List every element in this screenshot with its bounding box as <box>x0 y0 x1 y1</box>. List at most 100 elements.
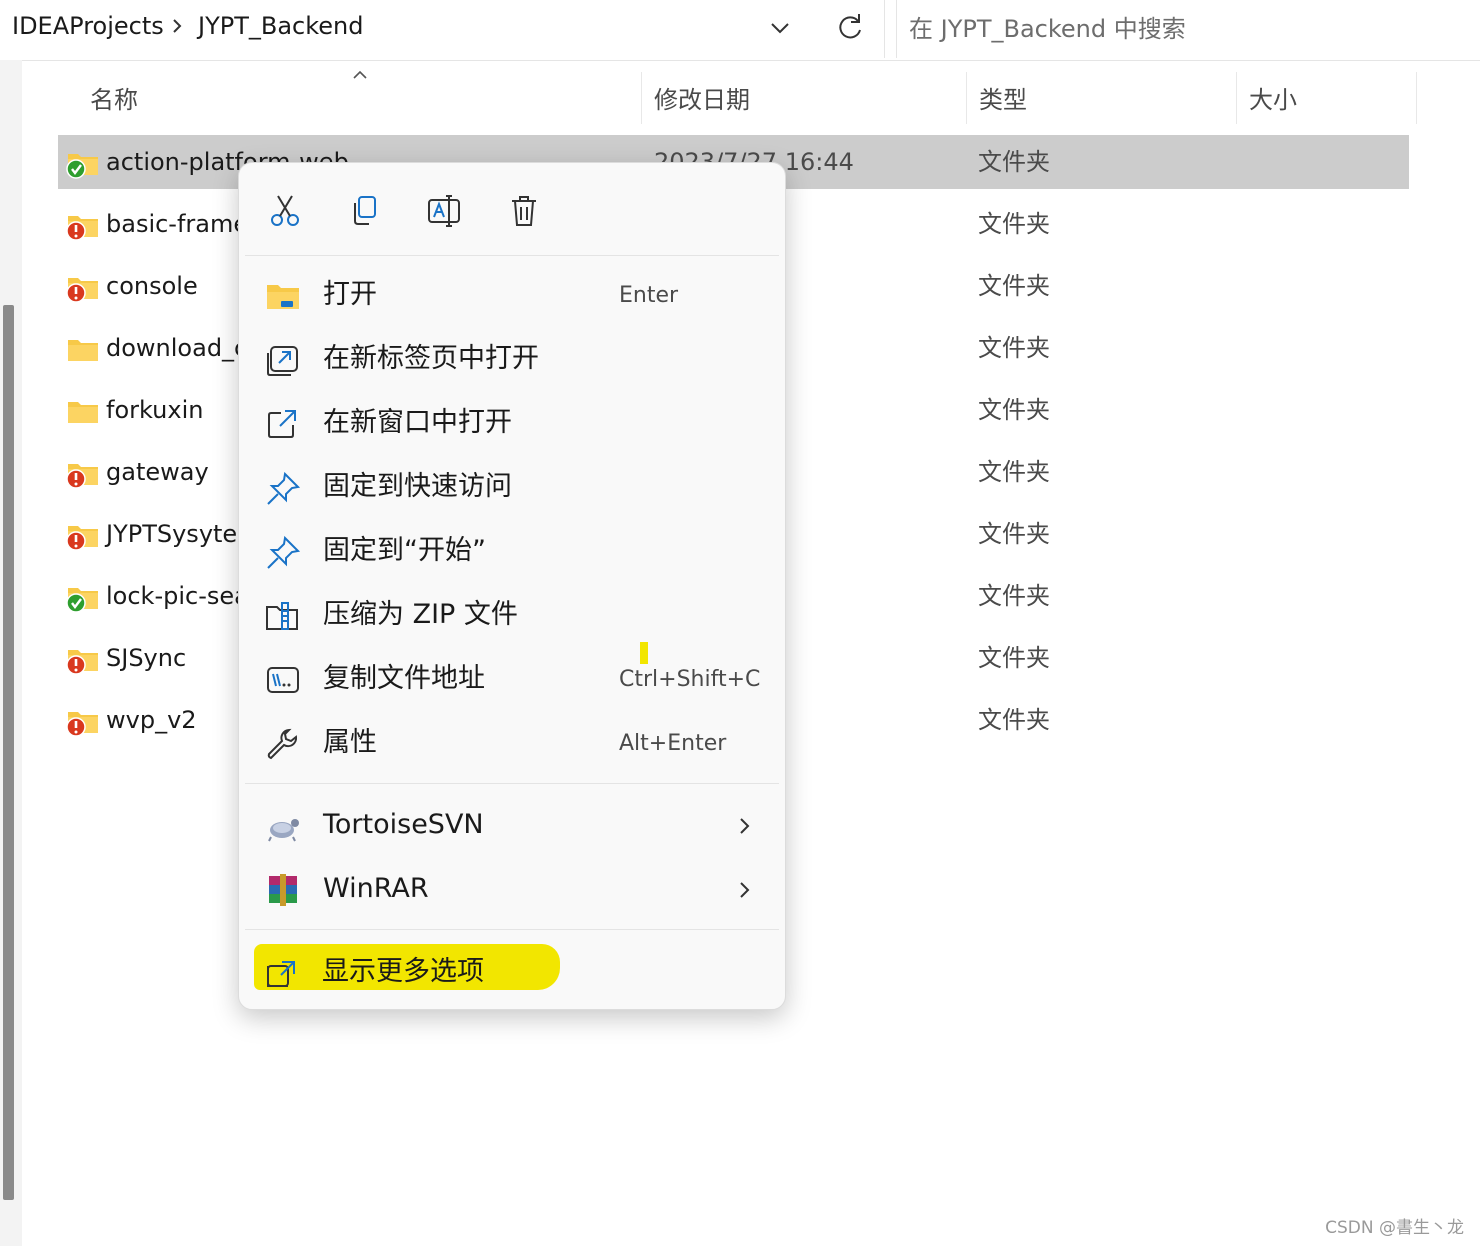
file-type: 文件夹 <box>978 210 1050 238</box>
menu-item-shortcut: Enter <box>619 283 679 308</box>
new-tab-icon <box>267 346 298 376</box>
menu-separator <box>245 255 779 256</box>
watermark: CSDN @書生丶龙 <box>1325 1218 1464 1238</box>
search-input[interactable] <box>907 8 1471 50</box>
context-menu: 打开 Enter 在新标签页中打开 在新窗口中打开 固定到快速访问 固定到“开始” 压缩为 … <box>238 162 786 1010</box>
file-type: 文件夹 <box>978 148 1050 176</box>
file-type: 文件夹 <box>978 520 1050 548</box>
refresh-icon[interactable] <box>830 8 870 48</box>
file-type: 文件夹 <box>978 582 1050 610</box>
column-divider[interactable] <box>641 72 642 124</box>
menu-item-label: TortoiseSVN <box>323 809 484 840</box>
folder-icon <box>66 650 98 675</box>
file-type: 文件夹 <box>978 272 1050 300</box>
menu-item-label: 固定到快速访问 <box>323 471 512 502</box>
menu-item-label: 在新窗口中打开 <box>323 407 512 438</box>
address-bar[interactable]: IDEAProjects JYPT_Backend <box>0 0 885 58</box>
rename-icon <box>428 195 460 227</box>
menu-item-3[interactable]: 在新窗口中打开 <box>249 393 775 453</box>
column-divider[interactable] <box>1416 72 1417 124</box>
menu-item-4[interactable]: 固定到快速访问 <box>249 457 775 517</box>
file-name: basic-frame <box>106 210 249 238</box>
address-bar-area: IDEAProjects JYPT_Backend <box>0 0 1480 61</box>
delete-icon <box>512 196 536 226</box>
menu-item-8[interactable]: 属性 Alt+Enter <box>249 713 775 773</box>
column-divider[interactable] <box>966 72 967 124</box>
column-header-date[interactable]: 修改日期 <box>654 80 750 120</box>
file-type: 文件夹 <box>978 644 1050 672</box>
folder-icon <box>68 402 98 423</box>
chevron-right-icon <box>173 19 182 33</box>
menu-item-label: 打开 <box>323 279 377 310</box>
wrench-icon <box>267 728 298 760</box>
menu-item-6[interactable]: 压缩为 ZIP 文件 <box>249 585 775 645</box>
menu-item-label: 固定到“开始” <box>323 535 486 566</box>
menu-item-1[interactable]: 打开 Enter <box>249 265 775 325</box>
chevron-down-icon[interactable] <box>762 10 798 46</box>
chevron-right-icon <box>740 882 750 898</box>
menu-item-shortcut: Alt+Enter <box>619 731 727 756</box>
folder-icon <box>66 464 98 489</box>
cut-button[interactable] <box>263 189 307 233</box>
file-name: download_c <box>106 334 248 362</box>
menu-item-tortoisesvn[interactable]: TortoiseSVN <box>249 795 775 855</box>
rename-button[interactable] <box>422 189 466 233</box>
menu-item-2[interactable]: 在新标签页中打开 <box>249 329 775 389</box>
zip-icon <box>266 602 298 630</box>
folder-icon <box>66 278 98 303</box>
search-box[interactable] <box>896 0 1480 58</box>
column-divider[interactable] <box>1236 72 1237 124</box>
menu-item-label: 显示更多选项 <box>322 956 484 987</box>
column-header-name[interactable]: 名称 <box>90 80 138 120</box>
file-name: console <box>106 272 198 300</box>
copy-path-icon <box>267 667 299 693</box>
menu-item-label: 在新标签页中打开 <box>323 343 539 374</box>
file-name: gateway <box>106 458 209 486</box>
menu-item-label: 属性 <box>323 727 377 758</box>
file-name: forkuxin <box>106 396 204 424</box>
menu-item-label: 复制文件地址 <box>323 663 485 694</box>
new-window-icon <box>268 410 296 438</box>
file-name: lock-pic-sea <box>106 582 249 610</box>
breadcrumb-item-ideaprojects[interactable]: IDEAProjects <box>12 10 164 42</box>
menu-item-show-more-options[interactable]: 显示更多选项 <box>248 942 774 1002</box>
file-name: SJSync <box>106 644 187 672</box>
column-header-type[interactable]: 类型 <box>979 80 1027 120</box>
menu-item-7[interactable]: 复制文件地址 Ctrl+Shift+C <box>249 649 775 709</box>
menu-item-label: 压缩为 ZIP 文件 <box>323 599 518 630</box>
menu-item-label: WinRAR <box>323 873 429 904</box>
vertical-scrollbar[interactable] <box>3 305 14 1200</box>
delete-button[interactable] <box>502 189 546 233</box>
highlighter-mark <box>640 642 648 664</box>
folder-icon <box>66 154 98 179</box>
pin-start-icon <box>267 535 301 569</box>
copy-icon <box>354 196 376 225</box>
sort-ascending-icon <box>353 70 367 79</box>
menu-separator <box>245 783 779 784</box>
file-type: 文件夹 <box>978 706 1050 734</box>
folder-open-icon <box>267 285 299 309</box>
file-name: JYPTSysyter <box>106 520 248 548</box>
winrar-icon <box>269 874 297 906</box>
file-type: 文件夹 <box>978 396 1050 424</box>
folder-icon <box>68 340 98 361</box>
copy-button[interactable] <box>342 189 386 233</box>
folder-icon <box>66 588 98 613</box>
file-type: 文件夹 <box>978 458 1050 486</box>
cut-icon <box>271 195 299 226</box>
folder-icon <box>66 712 98 737</box>
file-name: wvp_v2 <box>106 706 197 734</box>
menu-separator <box>245 929 779 930</box>
chevron-right-icon <box>740 818 750 834</box>
show-more-icon <box>267 961 295 987</box>
breadcrumb-item-jypt-backend[interactable]: JYPT_Backend <box>198 10 364 42</box>
column-header-size[interactable]: 大小 <box>1249 80 1297 120</box>
menu-item-winrar[interactable]: WinRAR <box>249 859 775 919</box>
menu-item-shortcut: Ctrl+Shift+C <box>619 667 761 692</box>
folder-icon <box>66 216 98 241</box>
tortoisesvn-icon <box>268 819 299 842</box>
file-type: 文件夹 <box>978 334 1050 362</box>
menu-item-5[interactable]: 固定到“开始” <box>249 521 775 581</box>
folder-icon <box>66 526 98 551</box>
pin-icon <box>267 471 301 505</box>
